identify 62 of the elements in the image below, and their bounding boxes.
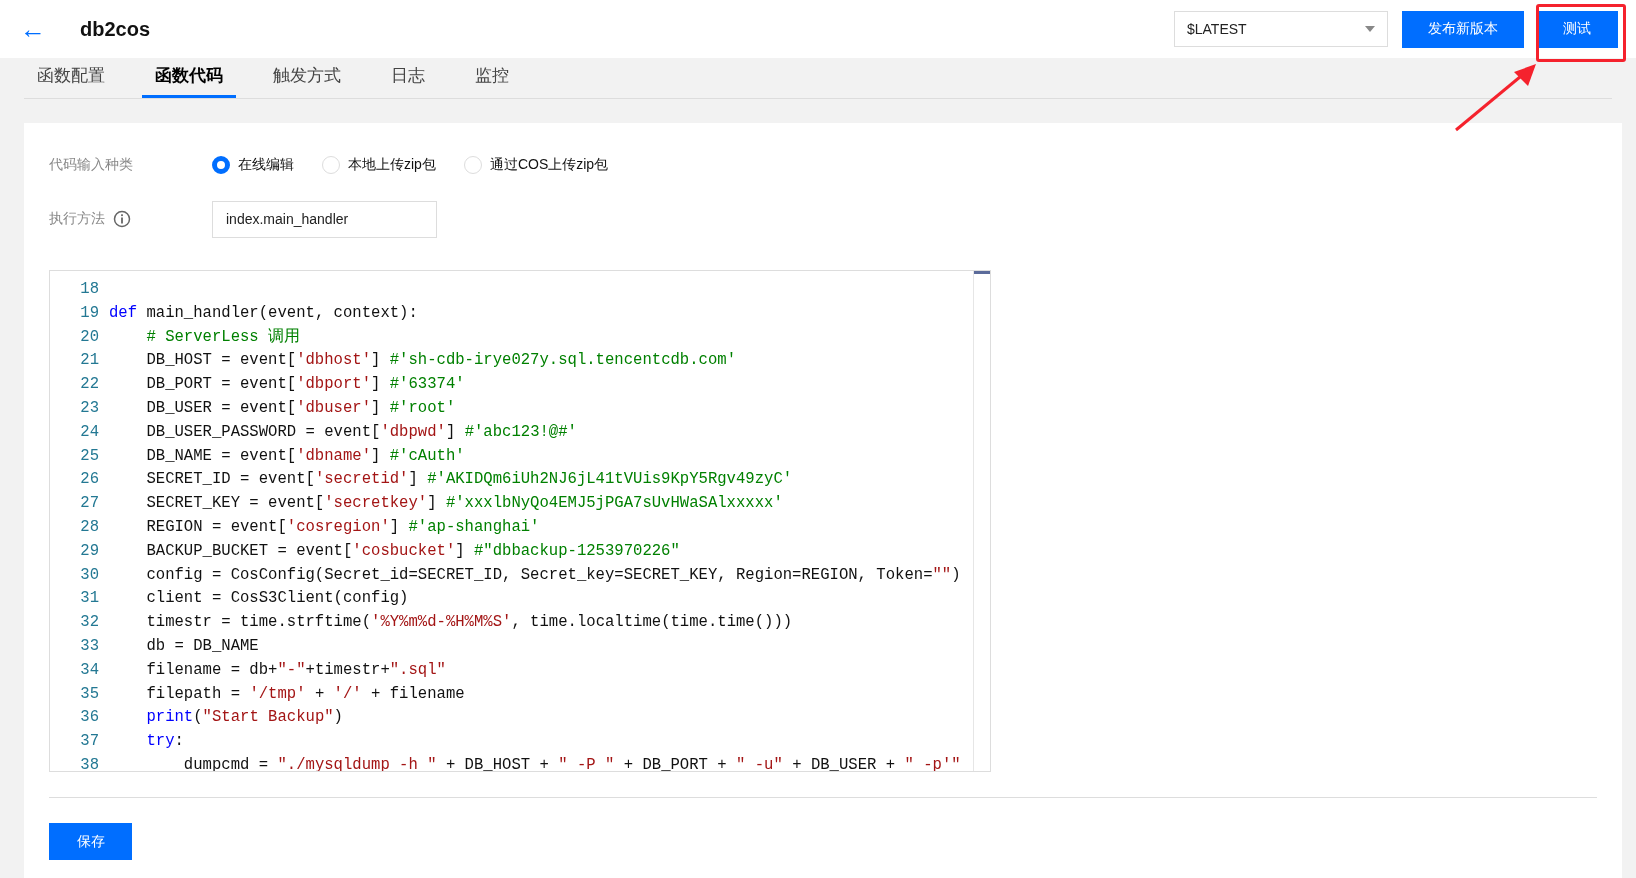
function-title: db2cos (80, 17, 152, 41)
code-line: timestr = time.strftime('%Y%m%d-%H%M%S', time.localtime(time.time())) (145, 612, 793, 634)
code-line: # ServerLess 调用 (145, 326, 301, 348)
tab[interactable]: 函数配置 (24, 58, 118, 98)
info-icon[interactable] (113, 210, 131, 228)
save-button[interactable]: 保存 (49, 823, 132, 860)
code-line: DB_USER_PASSWORD = event['dbpwd'] #'abc123!@#' (145, 421, 577, 443)
line-number: 27 (79, 493, 100, 515)
radio-label[interactable]: 本地上传zip包 (348, 156, 436, 174)
caret-icon (1365, 26, 1375, 32)
line-number: 29 (79, 540, 100, 562)
line-number: 20 (79, 326, 100, 348)
line-number: 24 (79, 421, 100, 443)
code-line: client = CosS3Client(config) (145, 588, 409, 610)
line-number: 26 (79, 469, 100, 491)
code-line: SECRET_KEY = event['secretkey'] #'xxxlbNyQo4EMJ5jPGA7sUvHWaSAlxxxxx' (145, 493, 783, 515)
publish-button[interactable]: 发布新版本 (1402, 10, 1524, 48)
line-number: 33 (79, 635, 100, 657)
line-number: 32 (79, 612, 100, 634)
tab[interactable]: 监控 (462, 58, 522, 98)
line-number: 31 (79, 588, 100, 610)
line-number: 35 (79, 683, 100, 705)
code-line: filepath = '/tmp' + '/' + filename (145, 683, 465, 705)
radio-button[interactable] (212, 156, 230, 174)
code-line: print("Start Backup") (145, 707, 343, 729)
tab[interactable]: 日志 (378, 58, 438, 98)
field-label: 执行方法 (49, 210, 105, 228)
code-editor[interactable] (49, 270, 991, 772)
code-line: config = CosConfig(Secret_id=SECRET_ID, Secret_key=SECRET_KEY, Region=REGION, Token="") (145, 564, 961, 586)
line-number: 30 (79, 564, 100, 586)
code-line: DB_NAME = event['dbname'] #'cAuth' (145, 445, 465, 467)
scrollbar[interactable] (973, 271, 990, 771)
line-number: 37 (79, 731, 100, 753)
line-number: 38 (79, 754, 100, 771)
tab[interactable]: 函数代码 (142, 58, 236, 98)
tab[interactable]: 触发方式 (260, 58, 354, 98)
code-line: SECRET_ID = event['secretid'] #'AKIDQm6iUh2NJ6jL41tVUis9KpY5Rgv49zyC' (145, 469, 793, 491)
code-line: REGION = event['cosregion'] #'ap-shanghai' (145, 516, 540, 538)
line-number: 21 (79, 350, 100, 372)
code-line: DB_PORT = event['dbport'] #'63374' (145, 374, 465, 396)
radio-label[interactable]: 在线编辑 (238, 156, 294, 174)
version-select[interactable]: $LATEST (1174, 11, 1388, 47)
code-line: db = DB_NAME (145, 635, 259, 657)
test-button[interactable]: 测试 (1536, 10, 1618, 48)
code-line: try: (145, 731, 184, 753)
code-line: filename = db+"-"+timestr+".sql" (145, 659, 446, 681)
line-number: 28 (79, 516, 100, 538)
code-line: DB_HOST = event['dbhost'] #'sh-cdb-irye027y.sql.tencentcdb.com' (145, 350, 736, 372)
line-number: 25 (79, 445, 100, 467)
line-number: 34 (79, 659, 100, 681)
line-number: 19 (79, 302, 100, 324)
line-number: 23 (79, 398, 100, 419)
line-number: 18 (79, 279, 100, 300)
radio-label[interactable]: 通过COS上传zip包 (489, 156, 609, 174)
line-number: 22 (79, 374, 100, 396)
code-line: def main_handler(event, context): (109, 302, 418, 324)
field-label: 代码输入种类 (49, 156, 133, 174)
code-line: BACKUP_BUCKET = event['cosbucket'] #"dbbackup-1253970226" (145, 540, 680, 562)
back-arrow-icon[interactable]: ← (20, 13, 80, 45)
line-number: 36 (79, 707, 100, 729)
handler-input-field[interactable]: index.main_handler (212, 200, 437, 238)
code-line: DB_USER = event['dbuser'] #'root' (145, 398, 456, 419)
